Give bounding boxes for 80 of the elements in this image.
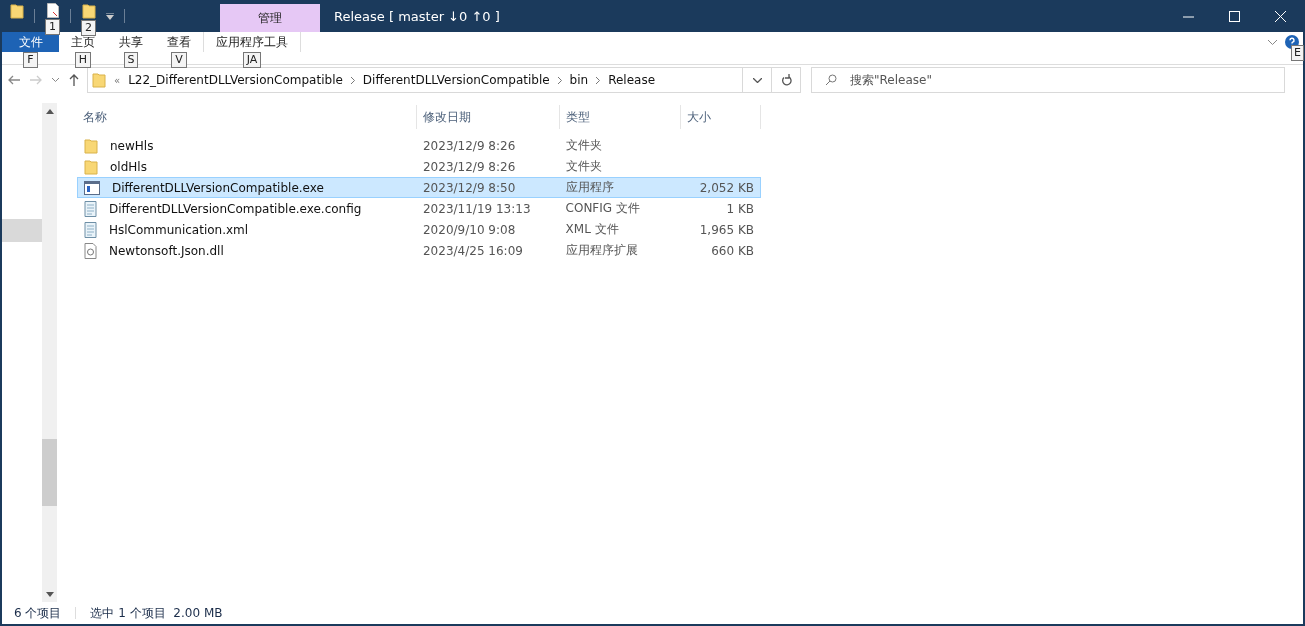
breadcrumb[interactable]: bin (569, 73, 589, 87)
file-row[interactable]: HslCommunication.xml 2020/9/10 9:08 XML 文件 1,965 KB (77, 219, 761, 240)
ribbon-tab[interactable]: 共享 (107, 32, 155, 52)
context-tab-group: 管理 (220, 4, 320, 32)
scrollbar[interactable] (42, 103, 57, 602)
table-cell-text: 2020/9/10 9:08 (422, 222, 517, 237)
breadcrumb[interactable]: L22_DifferentDLLVersionCompatible (128, 73, 343, 87)
table-cell-text: 1 KB (725, 201, 755, 216)
keytip: 1 (45, 19, 60, 35)
folder-icon (84, 158, 98, 175)
dropdown-icon[interactable] (752, 77, 762, 83)
column-header[interactable]: 修改日期 (417, 105, 560, 129)
table-cell-text: 2023/4/25 16:09 (422, 243, 524, 258)
refresh-icon[interactable] (780, 74, 792, 86)
expand-ribbon-icon[interactable] (1268, 39, 1277, 45)
scroll-thumb[interactable] (42, 439, 57, 506)
chevron-icon[interactable] (557, 76, 562, 84)
chevron-icon[interactable] (350, 76, 355, 84)
overflow-chevron[interactable]: « (114, 74, 121, 86)
file-row[interactable]: DifferentDLLVersionCompatible.exe.config 2023/11/19 13:13 CONFIG 文件 1 KB (77, 198, 761, 219)
chevron-icon[interactable] (596, 76, 601, 84)
search-icon (825, 74, 837, 86)
file-row[interactable]: Newtonsoft.Json.dll 2023/4/25 16:09 应用程序扩展 660 KB (77, 240, 761, 261)
customize-dropdown-icon[interactable] (106, 12, 114, 20)
ribbon-tab[interactable]: 应用程序工具 (203, 32, 301, 52)
maximize-icon[interactable] (1228, 10, 1240, 22)
table-cell-text: 文件夹 (564, 137, 603, 154)
file-row[interactable]: newHls 2023/12/9 8:26 文件夹 (77, 135, 761, 156)
window-title: Release [ master ↓0 ↑0 ] (334, 8, 500, 24)
ribbon-tab[interactable]: 查看 (155, 32, 203, 52)
selection-info: 选中 1 个项目 2.00 MB (90, 604, 223, 622)
column-header[interactable]: 大小 (681, 105, 761, 129)
table-cell-text: 2023/12/9 8:50 (422, 180, 517, 195)
column-header[interactable]: 名称 (77, 105, 417, 129)
breadcrumb[interactable]: Release (608, 73, 656, 87)
file-name: oldHls (109, 159, 147, 174)
table-cell-text: XML 文件 (564, 221, 620, 238)
folder-icon (84, 137, 98, 154)
table-cell-text: CONFIG 文件 (564, 200, 641, 217)
new-folder-icon (81, 3, 96, 19)
table-cell-text: 应用程序扩展 (564, 242, 639, 259)
scroll-down-icon[interactable] (45, 591, 54, 597)
scroll-up-icon[interactable] (45, 108, 54, 114)
breadcrumb[interactable]: DifferentDLLVersionCompatible (362, 73, 550, 87)
up-icon[interactable] (69, 74, 79, 86)
file-name: Newtonsoft.Json.dll (108, 243, 224, 258)
recent-dropdown-icon[interactable] (52, 78, 59, 82)
properties-icon[interactable] (46, 3, 59, 18)
file-name: newHls (109, 138, 154, 153)
file-name: DifferentDLLVersionCompatible.exe.config (108, 201, 362, 216)
keytip: V (171, 52, 187, 68)
table-cell-text: 2023/12/9 8:26 (422, 159, 517, 174)
keytip: E (1291, 45, 1304, 61)
file-name: HslCommunication.xml (108, 222, 249, 237)
table-cell-text: 1,965 KB (698, 222, 755, 237)
folder-icon (92, 72, 106, 88)
table-cell-text: 应用程序 (564, 179, 615, 196)
document-icon (84, 221, 97, 238)
table-cell-text: 660 KB (710, 243, 755, 258)
table-cell-text: 2023/12/9 8:26 (422, 138, 517, 153)
keytip: 2 (81, 20, 96, 36)
search-field[interactable]: 搜索"Release" (811, 67, 1285, 93)
keytip: F (23, 52, 38, 68)
table-cell-text: 2023/11/19 13:13 (422, 201, 532, 216)
column-header[interactable]: 类型 (560, 105, 681, 129)
table-cell-text: 文件夹 (564, 158, 603, 175)
ribbon-tab[interactable]: 文件 (2, 32, 59, 52)
keytip: JA (242, 52, 262, 68)
folder-icon (10, 3, 24, 19)
ribbon-tab[interactable]: 主页 (59, 32, 107, 52)
table-cell-text: 2,052 KB (698, 180, 755, 195)
file-row[interactable]: DifferentDLLVersionCompatible.exe 2023/12/9 8:50 应用程序 2,052 KB (77, 177, 761, 198)
file-name: DifferentDLLVersionCompatible.exe (111, 180, 324, 195)
application-icon (84, 180, 100, 195)
document-icon (84, 200, 97, 217)
back-icon[interactable] (8, 75, 20, 85)
close-icon[interactable] (1274, 10, 1286, 22)
dll-file-icon (84, 242, 97, 259)
file-row[interactable]: oldHls 2023/12/9 8:26 文件夹 (77, 156, 761, 177)
item-count: 6 个项目 (14, 604, 62, 622)
